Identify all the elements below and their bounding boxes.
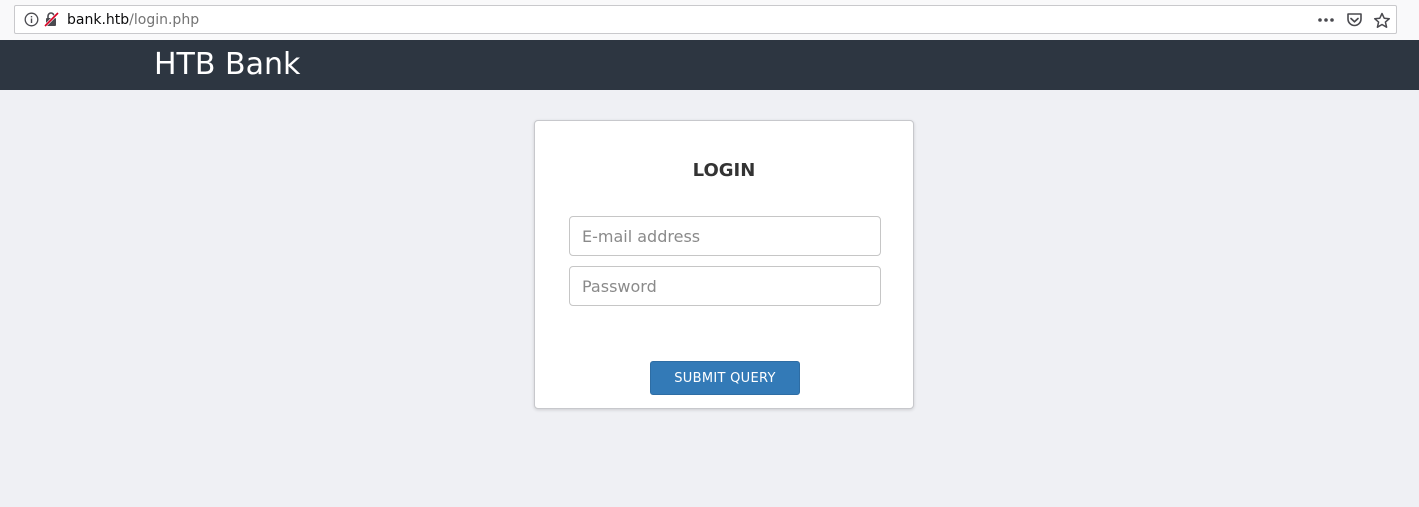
info-icon[interactable] — [24, 12, 39, 27]
url-host: bank.htb — [67, 12, 130, 28]
login-panel: LOGIN Submit Query — [534, 120, 914, 409]
login-title: LOGIN — [692, 160, 756, 181]
pocket-icon[interactable] — [1344, 10, 1364, 30]
address-bar[interactable]: bank.htb/login.php — [14, 5, 1397, 34]
site-header: HTB Bank — [0, 40, 1419, 90]
more-actions-icon[interactable] — [1316, 10, 1336, 30]
brand-title[interactable]: HTB Bank — [154, 47, 300, 83]
email-input[interactable] — [569, 216, 881, 256]
submit-query-button[interactable]: Submit Query — [650, 361, 800, 395]
browser-toolbar: bank.htb/login.php — [0, 0, 1419, 40]
url-path: /login.php — [129, 12, 200, 28]
star-icon[interactable] — [1372, 10, 1392, 30]
url-text[interactable]: bank.htb/login.php — [67, 12, 199, 29]
password-input[interactable] — [569, 266, 881, 306]
insecure-connection-icon[interactable] — [43, 11, 60, 28]
